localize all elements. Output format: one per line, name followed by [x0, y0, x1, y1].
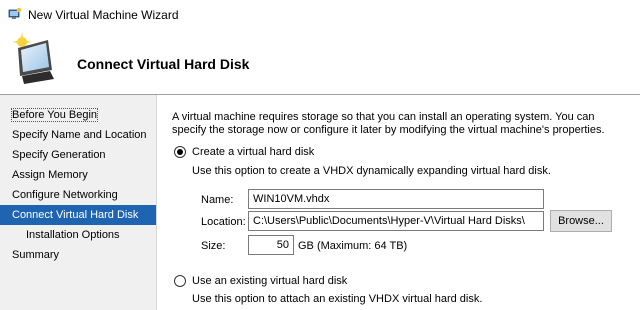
size-label: Size: [201, 240, 226, 252]
vhd-location-input[interactable]: C:\Users\Public\Documents\Hyper-V\Virtua… [248, 211, 544, 231]
nav-item-specify-generation[interactable]: Specify Generation [0, 145, 156, 165]
vhd-name-input[interactable]: WIN10VM.vhdx [248, 189, 544, 209]
nav-item-configure-networking[interactable]: Configure Networking [0, 185, 156, 205]
create-vhd-description: Use this option to create a VHDX dynamic… [192, 165, 551, 177]
wizard-nav: Before You Begin Specify Name and Locati… [0, 95, 157, 310]
create-vhd-radio[interactable] [174, 146, 186, 158]
nav-item-connect-virtual-hard-disk[interactable]: Connect Virtual Hard Disk [0, 205, 156, 225]
nav-item-summary[interactable]: Summary [0, 245, 156, 265]
wizard-content: A virtual machine requires storage so th… [158, 95, 640, 310]
existing-vhd-description: Use this option to attach an existing VH… [192, 293, 483, 305]
vhd-size-input[interactable]: 50 [248, 235, 294, 255]
hyper-v-wizard-icon [8, 7, 22, 19]
nav-item-assign-memory[interactable]: Assign Memory [0, 165, 156, 185]
nav-item-installation-options[interactable]: Installation Options [0, 225, 156, 245]
window-title: New Virtual Machine Wizard [28, 8, 179, 22]
location-label: Location: [201, 216, 246, 228]
existing-vhd-radio[interactable] [174, 275, 186, 287]
name-label: Name: [201, 194, 234, 206]
intro-text: A virtual machine requires storage so th… [172, 111, 605, 136]
computer-wizard-icon [12, 32, 54, 84]
create-vhd-label[interactable]: Create a virtual hard disk [192, 146, 314, 158]
title-bar: New Virtual Machine Wizard [0, 0, 640, 30]
size-unit-label: GB (Maximum: 64 TB) [298, 240, 408, 252]
wizard-header: Connect Virtual Hard Disk [0, 30, 640, 94]
page-title: Connect Virtual Hard Disk [77, 56, 250, 72]
nav-item-specify-name-location[interactable]: Specify Name and Location [0, 125, 156, 145]
existing-vhd-label[interactable]: Use an existing virtual hard disk [192, 275, 347, 287]
nav-item-before-you-begin[interactable]: Before You Begin [0, 105, 156, 125]
browse-button[interactable]: Browse... [550, 210, 612, 232]
